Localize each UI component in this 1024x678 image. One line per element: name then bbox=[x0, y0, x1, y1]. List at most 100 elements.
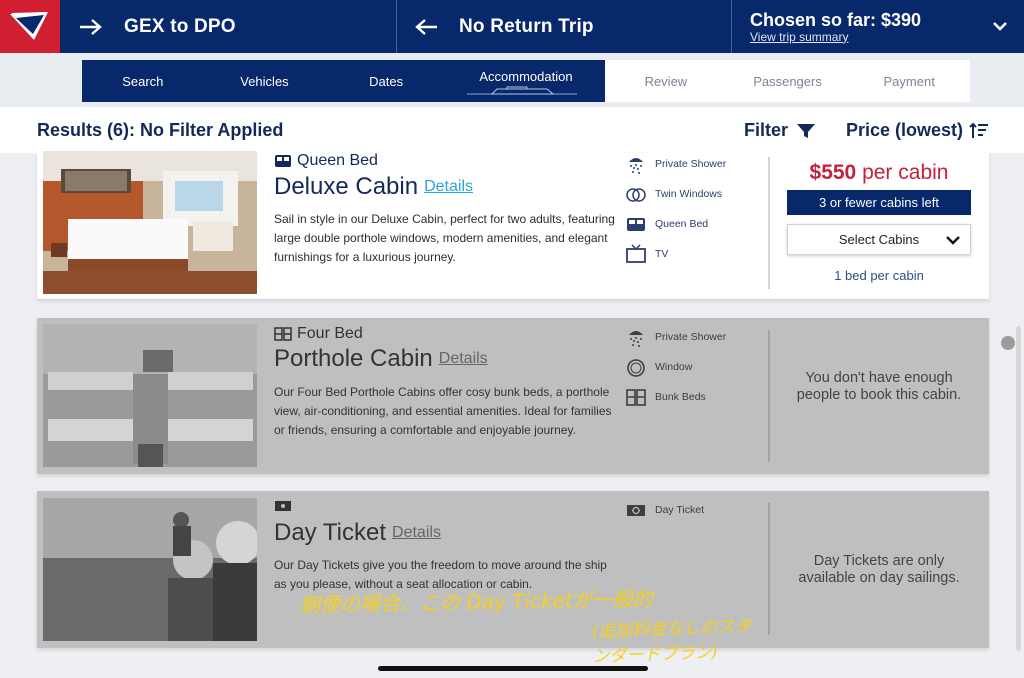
step-search[interactable]: Search bbox=[82, 60, 204, 102]
details-link[interactable]: Details bbox=[439, 350, 488, 367]
step-label: Dates bbox=[369, 73, 404, 89]
results-bar: Results (6): No Filter Applied Filter Pr… bbox=[0, 107, 1024, 153]
tv-icon bbox=[626, 244, 646, 263]
select-label: Select Cabins bbox=[838, 232, 920, 247]
amenities-list: Private Shower Window Bunk Beds bbox=[625, 322, 765, 412]
step-passengers[interactable]: Passengers bbox=[727, 60, 849, 102]
handwritten-annotation: 朝便の場合、この Day Ticketが一般的 (追加料金なしのスタンダードプラ… bbox=[299, 586, 760, 667]
chevron-down-icon bbox=[946, 236, 960, 245]
progress-steps: Search Vehicles Dates Accommodation Revi… bbox=[82, 60, 970, 102]
home-indicator[interactable] bbox=[378, 666, 648, 671]
step-accommodation[interactable]: Accommodation bbox=[446, 60, 606, 102]
divider bbox=[768, 503, 770, 635]
window-icon bbox=[627, 359, 645, 377]
amenity-label: Queen Bed bbox=[655, 218, 709, 230]
day-ticket-photo bbox=[43, 498, 257, 641]
bunk-beds-icon bbox=[274, 327, 292, 341]
cabin-name: Porthole Cabin Details bbox=[274, 345, 488, 373]
annotation-line-2: (追加料金なしのスタンダードプラン) bbox=[591, 616, 752, 667]
bed-type-label: Queen Bed bbox=[297, 152, 378, 169]
return-segment[interactable]: No Return Trip bbox=[397, 0, 732, 53]
details-link[interactable]: Details bbox=[392, 524, 441, 541]
cabin-description: Sail in style in our Deluxe Cabin, perfe… bbox=[274, 212, 615, 264]
unavailable-notice: You don't have enough people to book thi… bbox=[796, 370, 962, 403]
amenity-item: TV bbox=[625, 239, 765, 269]
amenity-item: Bunk Beds bbox=[625, 382, 765, 412]
step-review[interactable]: Review bbox=[605, 60, 727, 102]
cabin-description: Our Four Bed Porthole Cabins offer cosy … bbox=[274, 385, 612, 437]
chosen-total: Chosen so far: $390 bbox=[750, 9, 922, 30]
cabin-card-deluxe: Queen Bed Deluxe Cabin Details Sail in st… bbox=[37, 151, 989, 299]
ticket-name: Day Ticket Details bbox=[274, 519, 441, 547]
amenity-item: Private Shower bbox=[625, 322, 765, 352]
ticket-icon bbox=[275, 501, 291, 511]
bed-type-label: Four Bed bbox=[297, 325, 363, 342]
amenity-item: Day Ticket bbox=[625, 495, 765, 525]
sort-label: Price (lowest) bbox=[846, 120, 964, 140]
divider bbox=[768, 330, 770, 462]
step-dates[interactable]: Dates bbox=[325, 60, 447, 102]
sort-button[interactable]: Price (lowest) bbox=[846, 120, 989, 141]
amenity-label: Twin Windows bbox=[655, 188, 723, 200]
route-segment[interactable]: GEX to DPO bbox=[60, 0, 397, 53]
cabin-name-text: Deluxe Cabin bbox=[274, 173, 419, 200]
day-ticket-icon bbox=[627, 505, 645, 516]
select-cabins-dropdown[interactable]: Select Cabins bbox=[787, 224, 971, 255]
beds-per-cabin: 1 bed per cabin bbox=[834, 268, 924, 283]
divider bbox=[768, 157, 770, 289]
route-title: GEX to DPO bbox=[124, 15, 236, 37]
scrollbar-track[interactable] bbox=[1016, 326, 1021, 651]
arrow-left-icon bbox=[415, 18, 437, 35]
trip-summary-link[interactable]: View trip summary bbox=[750, 30, 921, 44]
bed-icon bbox=[275, 155, 291, 167]
sort-icon bbox=[969, 122, 989, 138]
amenity-label: Window bbox=[655, 361, 693, 373]
price-amount: $550 bbox=[809, 161, 857, 184]
details-link[interactable]: Details bbox=[424, 178, 473, 195]
amenities-list: Day Ticket bbox=[625, 495, 765, 525]
scrollbar-thumb[interactable] bbox=[1001, 336, 1015, 350]
arrow-right-icon bbox=[80, 18, 102, 35]
brand-logo[interactable] bbox=[0, 0, 60, 53]
bed-icon bbox=[627, 218, 645, 231]
step-payment[interactable]: Payment bbox=[848, 60, 970, 102]
bunk-beds-icon bbox=[626, 389, 646, 406]
step-label: Review bbox=[644, 73, 688, 89]
filter-button[interactable]: Filter bbox=[744, 120, 816, 141]
results-title: Results (6): No Filter Applied bbox=[37, 120, 284, 140]
step-vehicles[interactable]: Vehicles bbox=[203, 60, 326, 102]
filter-label: Filter bbox=[744, 120, 789, 140]
amenity-item: Queen Bed bbox=[625, 209, 765, 239]
amenity-item: Window bbox=[625, 352, 765, 382]
return-title: No Return Trip bbox=[459, 15, 594, 37]
amenity-label: Private Shower bbox=[655, 158, 727, 170]
trip-summary-segment[interactable]: Chosen so far: $390 View trip summary bbox=[732, 0, 1024, 53]
ticket-name-text: Day Ticket bbox=[274, 519, 387, 546]
step-label: Vehicles bbox=[240, 73, 289, 89]
cabin-name-text: Porthole Cabin bbox=[274, 345, 433, 372]
amenity-label: Day Ticket bbox=[655, 504, 705, 516]
shower-icon bbox=[629, 331, 643, 347]
price-unit: per cabin bbox=[862, 161, 949, 184]
step-label: Payment bbox=[883, 73, 935, 89]
ticket-type bbox=[274, 499, 297, 513]
amenity-item: Private Shower bbox=[625, 149, 765, 179]
progress-steps-bar: Search Vehicles Dates Accommodation Revi… bbox=[0, 53, 1024, 107]
step-label: Search bbox=[122, 73, 164, 89]
amenity-label: Bunk Beds bbox=[655, 391, 706, 403]
amenity-label: TV bbox=[655, 248, 669, 260]
unavailable-notice: Day Tickets are only available on day sa… bbox=[798, 553, 960, 586]
shower-icon bbox=[629, 158, 643, 174]
cabin-photo bbox=[43, 324, 257, 467]
twin-windows-icon bbox=[626, 188, 646, 202]
annotation-line-1: 朝便の場合、この Day Ticketが一般的 bbox=[299, 586, 653, 618]
filter-icon bbox=[797, 123, 816, 138]
bed-type: Queen Bed bbox=[274, 152, 378, 170]
availability-badge: 3 or fewer cabins left bbox=[787, 190, 971, 215]
cabin-name: Deluxe Cabin Details bbox=[274, 173, 473, 201]
top-bar: GEX to DPO No Return Trip Chosen so far:… bbox=[0, 0, 1024, 53]
cabin-photo bbox=[43, 151, 257, 294]
ship-icon bbox=[466, 86, 577, 95]
chevron-down-icon[interactable] bbox=[992, 18, 1008, 34]
amenities-list: Private Shower Twin Windows Queen Bed TV bbox=[625, 149, 765, 269]
